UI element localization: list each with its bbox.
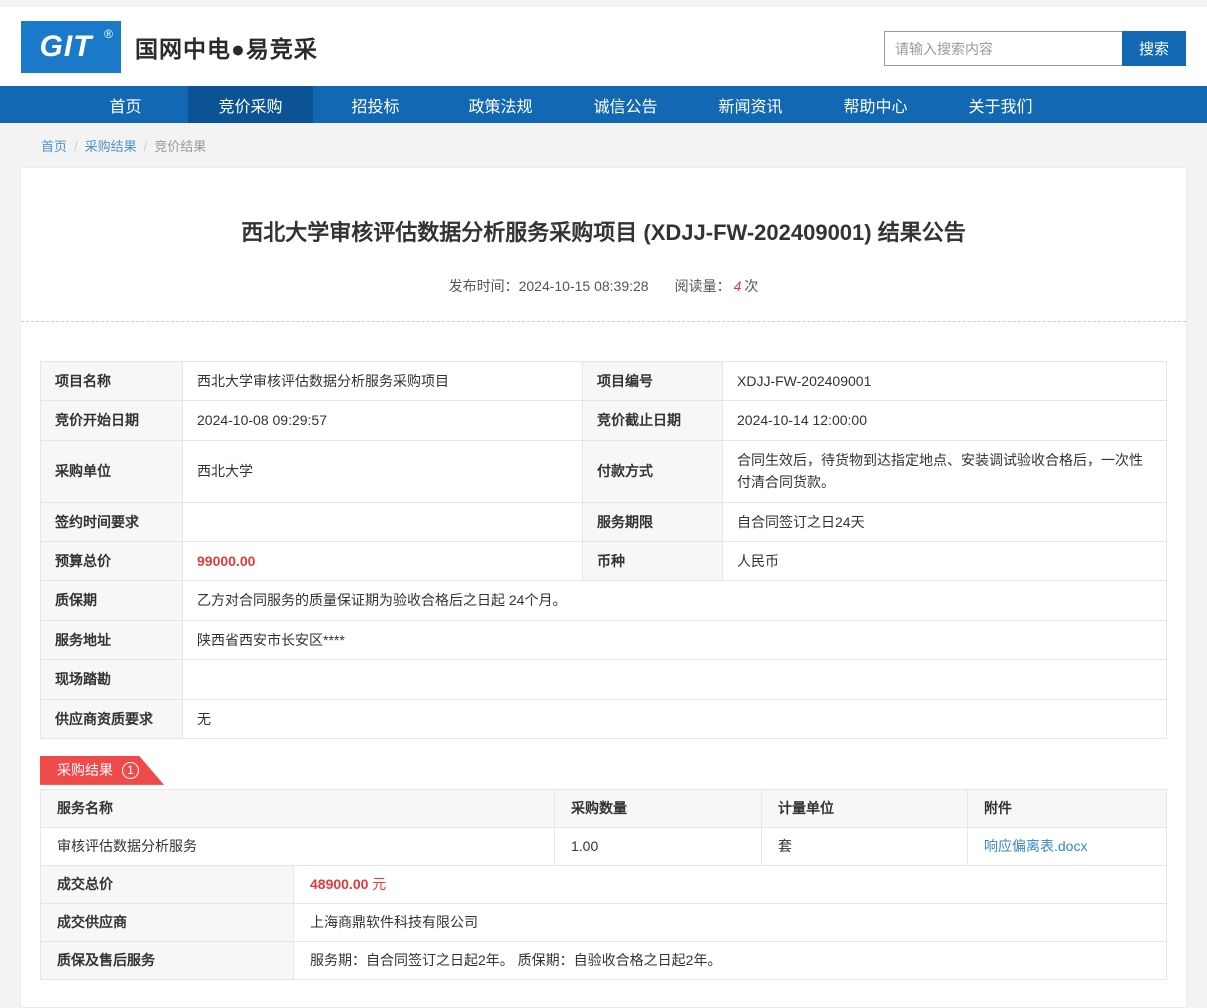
table-row: 审核评估数据分析服务 1.00 套 响应偏离表.docx <box>41 827 1167 865</box>
deal-warranty: 服务期：自合同签订之日起2年。 质保期：自验收合格之日起2年。 <box>294 941 1167 979</box>
breadcrumb-section-link[interactable]: 采购结果 <box>85 139 137 154</box>
views-count: 4 <box>734 278 742 294</box>
breadcrumb-separator: / <box>144 139 148 154</box>
nav-item-policy[interactable]: 政策法规 <box>438 86 563 123</box>
publish-time-label: 发布时间： <box>449 278 519 294</box>
field-label: 服务地址 <box>41 620 183 659</box>
field-label: 项目名称 <box>41 362 183 401</box>
site-header: GIT ® 国网中电●易竞采 搜索 <box>0 7 1207 86</box>
table-row: 签约时间要求 服务期限 自合同签订之日24天 <box>41 502 1167 541</box>
field-label: 币种 <box>583 541 723 580</box>
field-value: 2024-10-14 12:00:00 <box>723 401 1167 440</box>
table-row: 竞价开始日期 2024-10-08 09:29:57 竞价截止日期 2024-1… <box>41 401 1167 440</box>
field-label: 预算总价 <box>41 541 183 580</box>
deal-summary-table: 成交总价 48900.00 元 成交供应商 上海商鼎软件科技有限公司 质保及售后… <box>40 865 1167 980</box>
title-divider <box>21 321 1186 322</box>
table-row: 质保期 乙方对合同服务的质量保证期为验收合格后之日起 24个月。 <box>41 581 1167 620</box>
nav-item-integrity[interactable]: 诚信公告 <box>563 86 688 123</box>
table-row: 预算总价 99000.00 币种 人民币 <box>41 541 1167 580</box>
field-label: 项目编号 <box>583 362 723 401</box>
nav-item-tender[interactable]: 招投标 <box>313 86 438 123</box>
publish-time-value: 2024-10-15 08:39:28 <box>519 278 649 294</box>
field-value: 无 <box>183 699 1167 738</box>
field-label: 付款方式 <box>583 440 723 502</box>
main-nav: 首页 竞价采购 招投标 政策法规 诚信公告 新闻资讯 帮助中心 关于我们 <box>0 86 1207 123</box>
table-row: 现场踏勘 <box>41 660 1167 699</box>
purchase-quantity: 1.00 <box>555 827 762 865</box>
nav-item-news[interactable]: 新闻资讯 <box>688 86 813 123</box>
field-label: 质保期 <box>41 581 183 620</box>
breadcrumb-separator: / <box>74 139 78 154</box>
table-row: 项目名称 西北大学审核评估数据分析服务采购项目 项目编号 XDJJ-FW-202… <box>41 362 1167 401</box>
deal-total-amount: 48900.00 <box>310 876 368 892</box>
table-row: 质保及售后服务 服务期：自合同签订之日起2年。 质保期：自验收合格之日起2年。 <box>41 941 1167 979</box>
nav-item-about[interactable]: 关于我们 <box>938 86 1063 123</box>
announcement-card: 西北大学审核评估数据分析服务采购项目 (XDJJ-FW-202409001) 结… <box>20 167 1187 1008</box>
breadcrumb-current: 竞价结果 <box>154 139 206 154</box>
search-input[interactable] <box>884 31 1122 66</box>
field-label: 供应商资质要求 <box>41 699 183 738</box>
field-label: 服务期限 <box>583 502 723 541</box>
deal-total-value: 48900.00 元 <box>294 865 1167 903</box>
field-label: 成交总价 <box>41 865 294 903</box>
attachment-link[interactable]: 响应偏离表.docx <box>984 838 1087 854</box>
table-row: 服务地址 陕西省西安市长安区**** <box>41 620 1167 659</box>
procurement-result-tag: 采购结果 1 <box>40 756 164 785</box>
column-header: 服务名称 <box>41 789 555 827</box>
column-header: 计量单位 <box>762 789 968 827</box>
nav-item-bidding-purchase[interactable]: 竞价采购 <box>188 86 313 123</box>
field-value: 合同生效后，待货物到达指定地点、安装调试验收合格后，一次性付清合同货款。 <box>723 440 1167 502</box>
field-label: 采购单位 <box>41 440 183 502</box>
site-name: 国网中电●易竞采 <box>135 30 318 64</box>
field-value: 西北大学审核评估数据分析服务采购项目 <box>183 362 583 401</box>
publish-info: 发布时间：2024-10-15 08:39:28 阅读量：4次 <box>21 276 1186 296</box>
project-info-table: 项目名称 西北大学审核评估数据分析服务采购项目 项目编号 XDJJ-FW-202… <box>40 361 1167 739</box>
field-value: 2024-10-08 09:29:57 <box>183 401 583 440</box>
page-title: 西北大学审核评估数据分析服务采购项目 (XDJJ-FW-202409001) 结… <box>21 168 1186 247</box>
page-top-gap <box>0 0 1207 7</box>
nav-item-help[interactable]: 帮助中心 <box>813 86 938 123</box>
result-tag-label: 采购结果 <box>57 760 113 780</box>
procurement-result-table: 服务名称 采购数量 计量单位 附件 审核评估数据分析服务 1.00 套 响应偏离… <box>40 789 1167 866</box>
field-value: 乙方对合同服务的质量保证期为验收合格后之日起 24个月。 <box>183 581 1167 620</box>
breadcrumb: 首页 / 采购结果 / 竞价结果 <box>0 123 1207 167</box>
field-label: 质保及售后服务 <box>41 941 294 979</box>
search-button[interactable]: 搜索 <box>1122 31 1186 66</box>
search-bar: 搜索 <box>884 31 1186 66</box>
registered-trademark-icon: ® <box>104 27 113 41</box>
logo-text: GIT <box>40 30 103 64</box>
service-name: 审核评估数据分析服务 <box>41 827 555 865</box>
field-label: 成交供应商 <box>41 903 294 941</box>
table-row: 采购单位 西北大学 付款方式 合同生效后，待货物到达指定地点、安装调试验收合格后… <box>41 440 1167 502</box>
measure-unit: 套 <box>762 827 968 865</box>
field-label: 现场踏勘 <box>41 660 183 699</box>
column-header: 采购数量 <box>555 789 762 827</box>
field-label: 竞价截止日期 <box>583 401 723 440</box>
field-value: 陕西省西安市长安区**** <box>183 620 1167 659</box>
views-label: 阅读量： <box>675 278 731 294</box>
views-unit: 次 <box>744 278 758 294</box>
nav-item-home[interactable]: 首页 <box>63 86 188 123</box>
column-header: 附件 <box>968 789 1167 827</box>
deal-supplier: 上海商鼎软件科技有限公司 <box>294 903 1167 941</box>
field-value <box>183 660 1167 699</box>
table-row: 成交供应商 上海商鼎软件科技有限公司 <box>41 903 1167 941</box>
field-value <box>183 502 583 541</box>
field-label: 签约时间要求 <box>41 502 183 541</box>
table-row: 供应商资质要求 无 <box>41 699 1167 738</box>
breadcrumb-home-link[interactable]: 首页 <box>41 139 67 154</box>
table-header-row: 服务名称 采购数量 计量单位 附件 <box>41 789 1167 827</box>
field-value: 西北大学 <box>183 440 583 502</box>
budget-total-value: 99000.00 <box>183 541 583 580</box>
field-label: 竞价开始日期 <box>41 401 183 440</box>
field-value: 自合同签订之日24天 <box>723 502 1167 541</box>
site-logo[interactable]: GIT ® <box>21 21 121 73</box>
table-row: 成交总价 48900.00 元 <box>41 865 1167 903</box>
deal-total-unit: 元 <box>372 876 386 892</box>
field-value: XDJJ-FW-202409001 <box>723 362 1167 401</box>
field-value: 人民币 <box>723 541 1167 580</box>
result-count-badge: 1 <box>122 762 139 779</box>
